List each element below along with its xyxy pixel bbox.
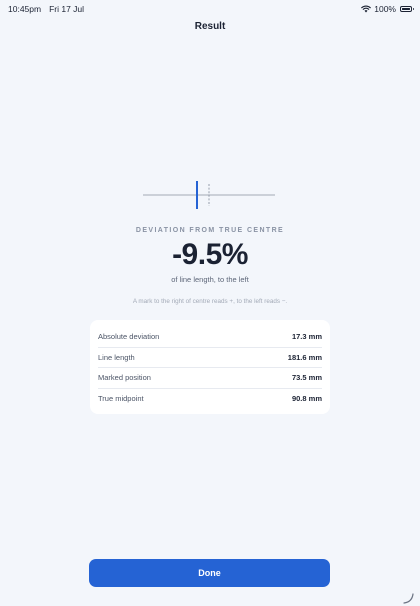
status-left: 10:45pm Fri 17 Jul bbox=[8, 4, 84, 14]
status-date: Fri 17 Jul bbox=[49, 4, 85, 14]
done-button[interactable]: Done bbox=[89, 559, 330, 587]
battery-icon bbox=[400, 6, 414, 12]
stat-label: True midpoint bbox=[98, 393, 144, 403]
battery-percent: 100% bbox=[374, 4, 396, 14]
page-title: Result bbox=[194, 21, 226, 32]
stat-label: Line length bbox=[98, 352, 135, 362]
status-right: 100% bbox=[361, 4, 414, 14]
status-bar: 10:45pm Fri 17 Jul 100% bbox=[0, 0, 420, 16]
stat-row-marked-position: Marked position 73.5 mm bbox=[98, 368, 322, 389]
stat-row-line-length: Line length 181.6 mm bbox=[98, 348, 322, 368]
sign-convention-hint: A mark to the right of centre reads +, t… bbox=[132, 298, 288, 305]
stat-label: Marked position bbox=[98, 373, 151, 383]
deviation-overline: DEVIATION FROM TRUE CENTRE bbox=[135, 227, 285, 234]
stat-value: 73.5 mm bbox=[291, 373, 322, 383]
stats-card: Absolute deviation 17.3 mm Line length 1… bbox=[90, 320, 330, 414]
wifi-icon bbox=[361, 5, 372, 13]
deviation-subtext: of line length, to the left bbox=[171, 275, 249, 284]
deviation-line-graphic bbox=[143, 181, 275, 209]
status-time: 10:45pm bbox=[8, 4, 42, 14]
stat-row-true-midpoint: True midpoint 90.8 mm bbox=[98, 389, 322, 409]
stat-value: 17.3 mm bbox=[291, 332, 322, 342]
stat-label: Absolute deviation bbox=[98, 332, 160, 342]
corner-grabber-icon bbox=[403, 593, 414, 604]
stat-value: 181.6 mm bbox=[287, 352, 322, 362]
deviation-value: -9.5% bbox=[172, 238, 248, 271]
stat-value: 90.8 mm bbox=[291, 393, 322, 403]
stat-row-absolute-deviation: Absolute deviation 17.3 mm bbox=[98, 327, 322, 348]
